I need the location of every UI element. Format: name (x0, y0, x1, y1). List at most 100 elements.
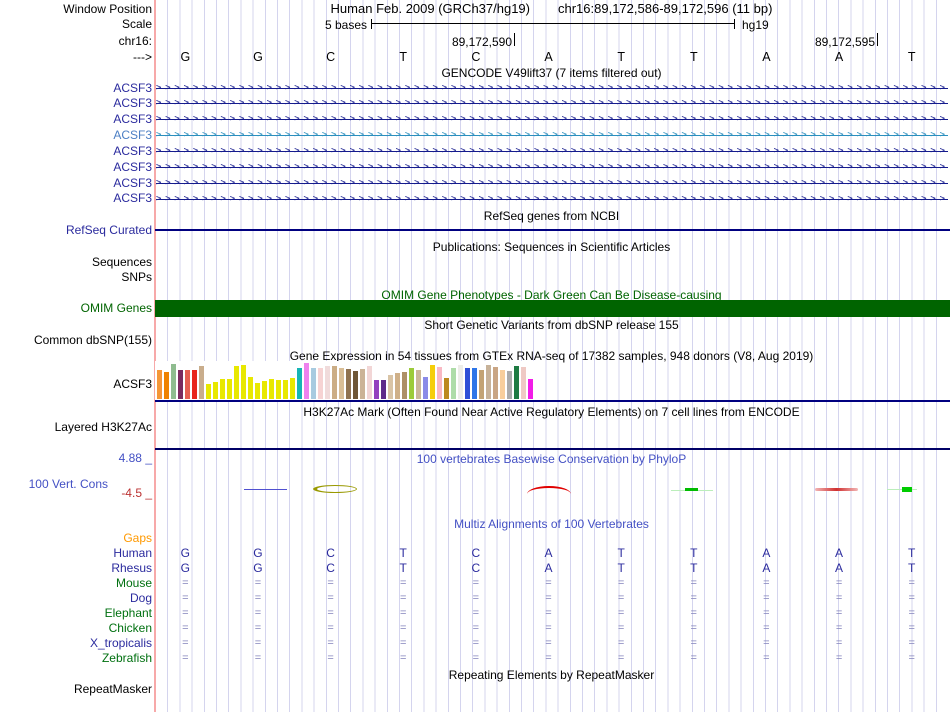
h3k27ac-title[interactable]: H3K27Ac Mark (Often Found Near Active Re… (155, 406, 948, 419)
gtex-tissue-bar[interactable] (311, 368, 316, 399)
gtex-tissue-bar[interactable] (325, 366, 330, 399)
species-label-dog[interactable]: Dog (0, 592, 152, 605)
repeatmasker-label[interactable]: RepeatMasker (0, 683, 152, 696)
gtex-tissue-bar[interactable] (297, 368, 302, 399)
omim-genes-label[interactable]: OMIM Genes (0, 302, 152, 315)
snps-label[interactable]: SNPs (0, 271, 152, 284)
gtex-tissue-bar[interactable] (276, 380, 281, 399)
gtex-tissue-bar[interactable] (157, 370, 162, 399)
gene-label-acsf3-6[interactable]: ACSF3 (0, 161, 152, 174)
gene-arrow-line-1[interactable]: >>>>>>>>>>>>>>>>>>>>>>>>>>>>>>>>>>>>>>>>… (156, 83, 948, 94)
gtex-tissue-bar[interactable] (346, 369, 351, 399)
gene-arrow-line-2[interactable]: >>>>>>>>>>>>>>>>>>>>>>>>>>>>>>>>>>>>>>>>… (156, 98, 948, 109)
gtex-tissue-bar[interactable] (500, 370, 505, 399)
sequences-label[interactable]: Sequences (0, 256, 152, 269)
gtex-tissue-bar[interactable] (444, 378, 449, 399)
phylop-title[interactable]: 100 vertebrates Basewise Conservation by… (155, 453, 948, 466)
gtex-tissue-bar[interactable] (458, 365, 463, 399)
gtex-tissue-bar[interactable] (304, 363, 309, 399)
gtex-tissue-bar[interactable] (430, 365, 435, 399)
gtex-tissue-bar[interactable] (472, 368, 477, 399)
gtex-gene-label[interactable]: ACSF3 (0, 378, 152, 391)
refseq-curated-label[interactable]: RefSeq Curated (0, 224, 152, 237)
gtex-tissue-bar[interactable] (409, 368, 414, 399)
gtex-tissue-bar[interactable] (164, 372, 169, 399)
species-label-human[interactable]: Human (0, 547, 152, 560)
multiz-title[interactable]: Multiz Alignments of 100 Vertebrates (155, 518, 948, 531)
dbsnp-label[interactable]: Common dbSNP(155) (0, 334, 152, 347)
gtex-tissue-bar[interactable] (339, 368, 344, 399)
gtex-tissue-bar[interactable] (234, 366, 239, 399)
species-label-mouse[interactable]: Mouse (0, 577, 152, 590)
gtex-tissue-bar[interactable] (332, 366, 337, 399)
gtex-tissue-bar[interactable] (199, 366, 204, 399)
gtex-tissue-bar[interactable] (493, 367, 498, 399)
h3k27ac-label[interactable]: Layered H3K27Ac (0, 421, 152, 434)
species-label-chicken[interactable]: Chicken (0, 622, 152, 635)
gtex-tissue-bar[interactable] (353, 371, 358, 399)
species-label-elephant[interactable]: Elephant (0, 607, 152, 620)
gtex-tissue-bar[interactable] (486, 365, 491, 399)
gtex-tissue-bar[interactable] (451, 368, 456, 399)
gtex-tissue-bar[interactable] (395, 373, 400, 399)
gtex-tissue-bar[interactable] (185, 370, 190, 399)
gtex-bar-chart[interactable] (157, 363, 535, 399)
gencode-title[interactable]: GENCODE V49lift37 (7 items filtered out) (155, 67, 948, 80)
gene-arrow-line-8[interactable]: >>>>>>>>>>>>>>>>>>>>>>>>>>>>>>>>>>>>>>>>… (156, 194, 948, 205)
gene-arrow-line-7[interactable]: >>>>>>>>>>>>>>>>>>>>>>>>>>>>>>>>>>>>>>>>… (156, 178, 948, 189)
gtex-tissue-bar[interactable] (507, 371, 512, 399)
gtex-tissue-bar[interactable] (367, 366, 372, 399)
gtex-tissue-bar[interactable] (402, 372, 407, 399)
gtex-tissue-bar[interactable] (423, 377, 428, 399)
gtex-tissue-bar[interactable] (206, 384, 211, 399)
gtex-tissue-bar[interactable] (528, 379, 533, 399)
gtex-tissue-bar[interactable] (248, 377, 253, 399)
gene-arrow-line-4[interactable]: >>>>>>>>>>>>>>>>>>>>>>>>>>>>>>>>>>>>>>>>… (156, 130, 948, 141)
gtex-tissue-bar[interactable] (213, 382, 218, 399)
gtex-tissue-bar[interactable] (269, 379, 274, 399)
gene-label-acsf3-7[interactable]: ACSF3 (0, 177, 152, 190)
gtex-tissue-bar[interactable] (178, 370, 183, 399)
gtex-tissue-bar[interactable] (381, 380, 386, 399)
gtex-tissue-bar[interactable] (388, 375, 393, 399)
base-ruler[interactable]: GGCTCATTAAT (149, 51, 948, 64)
gene-arrow-line-6[interactable]: >>>>>>>>>>>>>>>>>>>>>>>>>>>>>>>>>>>>>>>>… (156, 162, 948, 173)
gene-label-acsf3-3[interactable]: ACSF3 (0, 113, 152, 126)
refseq-title[interactable]: RefSeq genes from NCBI (155, 210, 948, 223)
repeatmasker-title[interactable]: Repeating Elements by RepeatMasker (155, 669, 948, 682)
gtex-tissue-bar[interactable] (262, 381, 267, 399)
species-label-zebrafish[interactable]: Zebrafish (0, 652, 152, 665)
species-label-gaps[interactable]: Gaps (0, 532, 152, 545)
species-label-rhesus[interactable]: Rhesus (0, 562, 152, 575)
strand-arrows-icon: >>>>>>>>>>>>>>>>>>>>>>>>>>>>>>>>>>>>>>>>… (156, 194, 948, 204)
gene-arrow-line-5[interactable]: >>>>>>>>>>>>>>>>>>>>>>>>>>>>>>>>>>>>>>>>… (156, 146, 948, 157)
gtex-tissue-bar[interactable] (479, 370, 484, 399)
gtex-tissue-bar[interactable] (521, 367, 526, 399)
gtex-tissue-bar[interactable] (465, 368, 470, 399)
gtex-tissue-bar[interactable] (227, 379, 232, 399)
gtex-tissue-bar[interactable] (283, 380, 288, 399)
gtex-tissue-bar[interactable] (255, 383, 260, 399)
gene-label-acsf3-2[interactable]: ACSF3 (0, 97, 152, 110)
gene-label-acsf3-1[interactable]: ACSF3 (0, 82, 152, 95)
gene-label-acsf3-5[interactable]: ACSF3 (0, 145, 152, 158)
refseq-curated-line[interactable] (155, 229, 950, 231)
gtex-tissue-bar[interactable] (290, 378, 295, 399)
omim-gene-bar[interactable] (155, 300, 950, 317)
publications-title[interactable]: Publications: Sequences in Scientific Ar… (155, 241, 948, 254)
gene-arrow-line-3[interactable]: >>>>>>>>>>>>>>>>>>>>>>>>>>>>>>>>>>>>>>>>… (156, 114, 948, 125)
dbsnp-title[interactable]: Short Genetic Variants from dbSNP releas… (155, 319, 948, 332)
gtex-tissue-bar[interactable] (374, 380, 379, 399)
gtex-tissue-bar[interactable] (241, 365, 246, 399)
species-label-xtropicalis[interactable]: X_tropicalis (0, 637, 152, 650)
gtex-tissue-bar[interactable] (416, 370, 421, 399)
gene-label-acsf3-8[interactable]: ACSF3 (0, 192, 152, 205)
gtex-tissue-bar[interactable] (171, 364, 176, 399)
gtex-tissue-bar[interactable] (437, 367, 442, 399)
gene-label-acsf3-4[interactable]: ACSF3 (0, 129, 152, 142)
gtex-tissue-bar[interactable] (220, 379, 225, 399)
gtex-tissue-bar[interactable] (318, 368, 323, 399)
gtex-tissue-bar[interactable] (192, 370, 197, 399)
gtex-tissue-bar[interactable] (514, 366, 519, 399)
gtex-tissue-bar[interactable] (360, 369, 365, 399)
